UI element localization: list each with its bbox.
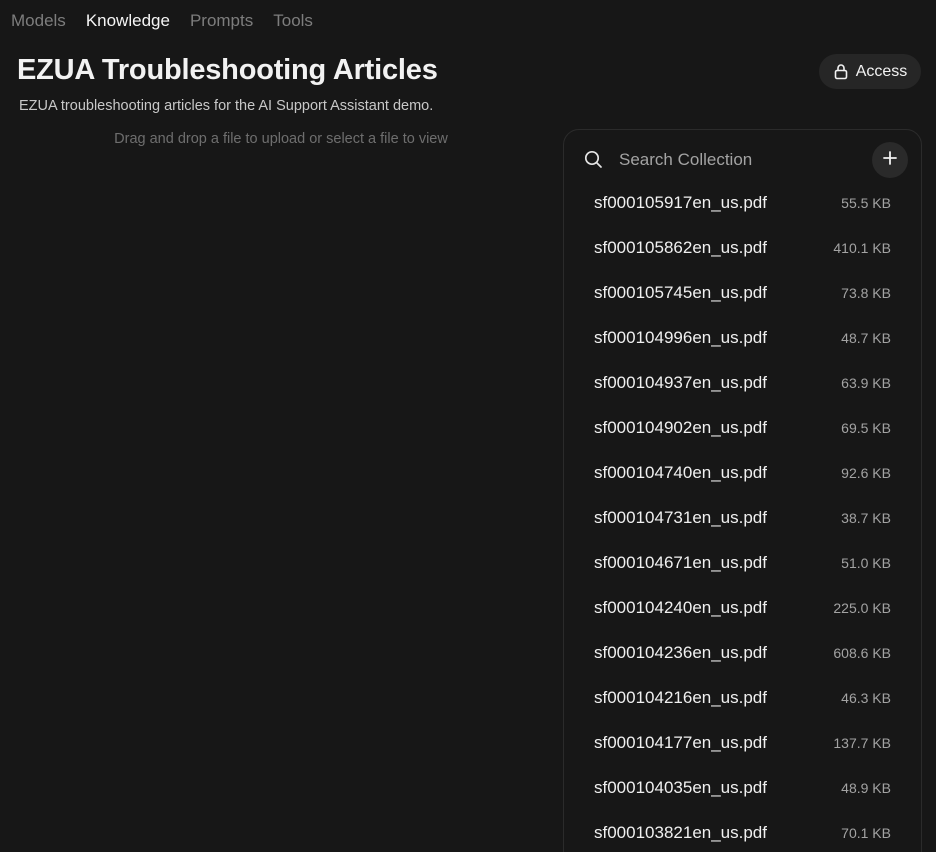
file-name: sf000104740en_us.pdf [594,463,767,482]
file-size: 70.1 KB [841,825,891,841]
file-size: 63.9 KB [841,375,891,391]
file-size: 48.9 KB [841,780,891,796]
file-name: sf000104240en_us.pdf [594,598,767,617]
file-row[interactable]: sf000104035en_us.pdf 48.9 KB [564,766,921,811]
dropzone-hint: Drag and drop a file to upload or select… [114,131,448,147]
file-row[interactable]: sf000105917en_us.pdf 55.5 KB [564,181,921,226]
file-size: 73.8 KB [841,285,891,301]
file-row[interactable]: sf000104996en_us.pdf 48.7 KB [564,316,921,361]
file-row[interactable]: sf000104671en_us.pdf 51.0 KB [564,541,921,586]
file-size: 46.3 KB [841,690,891,706]
page-title: EZUA Troubleshooting Articles [17,54,438,86]
file-row[interactable]: sf000104937en_us.pdf 63.9 KB [564,361,921,406]
file-name: sf000104937en_us.pdf [594,373,767,392]
file-name: sf000104216en_us.pdf [594,688,767,707]
file-row[interactable]: sf000104740en_us.pdf 92.6 KB [564,451,921,496]
plus-icon [882,150,898,171]
top-nav: Models Knowledge Prompts Tools [11,10,313,32]
file-size: 92.6 KB [841,465,891,481]
file-size: 69.5 KB [841,420,891,436]
page-description: EZUA troubleshooting articles for the AI… [19,98,434,114]
file-list: sf000105917en_us.pdf 55.5 KB sf000105862… [564,181,921,852]
file-row[interactable]: sf000103821en_us.pdf 70.1 KB [564,811,921,852]
file-row[interactable]: sf000104236en_us.pdf 608.6 KB [564,631,921,676]
file-name: sf000105745en_us.pdf [594,283,767,302]
file-row[interactable]: sf000104902en_us.pdf 69.5 KB [564,406,921,451]
file-name: sf000103821en_us.pdf [594,823,767,842]
knowledge-page: Models Knowledge Prompts Tools EZUA Trou… [0,0,936,852]
file-row[interactable]: sf000105862en_us.pdf 410.1 KB [564,226,921,271]
file-name: sf000105917en_us.pdf [594,193,767,212]
file-size: 51.0 KB [841,555,891,571]
file-name: sf000104236en_us.pdf [594,643,767,662]
nav-models[interactable]: Models [11,10,66,32]
file-name: sf000104902en_us.pdf [594,418,767,437]
file-row[interactable]: sf000104177en_us.pdf 137.7 KB [564,721,921,766]
file-name: sf000105862en_us.pdf [594,238,767,257]
nav-knowledge[interactable]: Knowledge [86,10,170,32]
file-row[interactable]: sf000105745en_us.pdf 73.8 KB [564,271,921,316]
search-collection-input[interactable] [619,146,859,174]
file-name: sf000104671en_us.pdf [594,553,767,572]
file-size: 225.0 KB [833,600,891,616]
file-name: sf000104996en_us.pdf [594,328,767,347]
file-size: 410.1 KB [833,240,891,256]
access-button-label: Access [855,62,908,80]
access-button[interactable]: Access [819,54,921,89]
file-row[interactable]: sf000104216en_us.pdf 46.3 KB [564,676,921,721]
nav-prompts[interactable]: Prompts [190,10,253,32]
file-name: sf000104731en_us.pdf [594,508,767,527]
file-row[interactable]: sf000104240en_us.pdf 225.0 KB [564,586,921,631]
collection-search-row [564,142,921,178]
file-row[interactable]: sf000104731en_us.pdf 38.7 KB [564,496,921,541]
search-icon [584,150,603,174]
collection-panel: sf000105917en_us.pdf 55.5 KB sf000105862… [563,129,922,852]
nav-tools[interactable]: Tools [273,10,313,32]
file-size: 55.5 KB [841,195,891,211]
file-size: 608.6 KB [833,645,891,661]
file-size: 137.7 KB [833,735,891,751]
lock-icon [833,63,849,80]
file-name: sf000104177en_us.pdf [594,733,767,752]
file-size: 38.7 KB [841,510,891,526]
file-name: sf000104035en_us.pdf [594,778,767,797]
add-file-button[interactable] [872,142,908,178]
file-size: 48.7 KB [841,330,891,346]
